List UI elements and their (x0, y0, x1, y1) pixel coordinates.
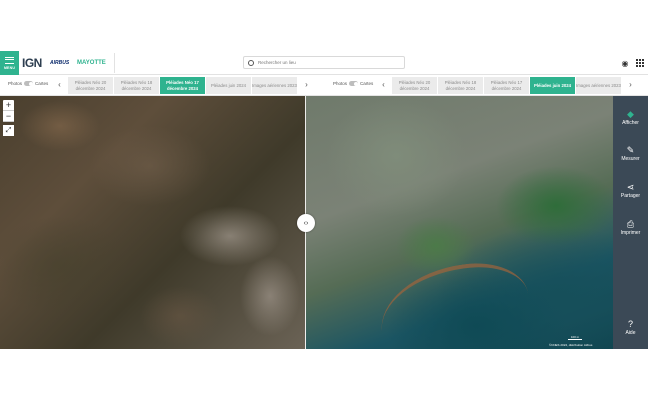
compare-handle-icon[interactable]: ‹› (297, 214, 315, 232)
tool-label: Partager (620, 193, 641, 199)
apps-grid-icon[interactable] (635, 58, 645, 68)
share-icon: ⋖ (626, 182, 635, 192)
tool-afficher[interactable]: ◆ Afficher (613, 108, 648, 126)
left-tab[interactable]: Images aériennes 2023 (252, 77, 297, 94)
search-box[interactable] (243, 56, 405, 69)
hamburger-icon (5, 56, 14, 64)
left-toggle-photos-label: Photos (8, 81, 23, 86)
locate-icon[interactable] (246, 58, 255, 67)
help-icon: ? (627, 319, 633, 329)
app-frame: MENU IGN AIRBUS MAYOTTE ◉ Photos Cartes … (0, 51, 648, 349)
timeline-bar: Photos Cartes ‹ Pléiades Néo 20 décembre… (0, 75, 648, 96)
print-icon: ⎙ (626, 219, 635, 229)
right-photos-cartes-toggle[interactable]: Photos Cartes (333, 81, 373, 86)
tool-label: Aide (625, 330, 636, 336)
right-tab[interactable]: Pléiades Néo 20 décembre 2024 (392, 77, 437, 94)
left-toggle-switch[interactable] (24, 81, 34, 86)
hide-eye-icon[interactable]: ◉ (620, 58, 630, 68)
left-tab[interactable]: Pléiades Néo 18 décembre 2024 (114, 77, 159, 94)
menu-button[interactable]: MENU (0, 51, 19, 75)
zoom-controls: + − (3, 100, 14, 122)
header-divider (114, 53, 115, 73)
search-input[interactable] (258, 57, 398, 68)
left-tab[interactable]: Pléiades juin 2024 (206, 77, 251, 94)
left-prev-arrow-icon[interactable]: ‹ (56, 80, 63, 89)
left-date-tabs: Pléiades Néo 20 décembre 2024 Pléiades N… (68, 77, 297, 94)
left-tab-active[interactable]: Pléiades Néo 17 décembre 2024 (160, 77, 205, 94)
tool-aide[interactable]: ? Aide (613, 318, 648, 336)
ruler-icon: ✎ (626, 145, 635, 155)
tool-partager[interactable]: ⋖ Partager (613, 181, 648, 199)
menu-label: MENU (3, 65, 16, 70)
tool-label: Mesurer (621, 156, 640, 162)
tool-imprimer[interactable]: ⎙ Imprimer (613, 218, 648, 236)
tool-label: Imprimer (620, 230, 641, 236)
zoom-out-button[interactable]: − (3, 111, 14, 122)
top-header: MENU IGN AIRBUS MAYOTTE ◉ (0, 51, 648, 75)
right-tool-panel: ◆ Afficher ✎ Mesurer ⋖ Partager ⎙ Imprim… (613, 96, 648, 349)
left-toggle-cartes-label: Cartes (35, 81, 49, 86)
tool-mesurer[interactable]: ✎ Mesurer (613, 144, 648, 162)
attribution: ©CNES 2024, distribution Airbus (549, 343, 593, 347)
right-tab[interactable]: Images aériennes 2023 (576, 77, 621, 94)
left-photos-cartes-toggle[interactable]: Photos Cartes (8, 81, 48, 86)
right-tab[interactable]: Pléiades Néo 17 décembre 2024 (484, 77, 529, 94)
right-date-tabs: Pléiades Néo 20 décembre 2024 Pléiades N… (392, 77, 621, 94)
left-next-arrow-icon[interactable]: › (303, 80, 310, 89)
right-toggle-cartes-label: Cartes (360, 81, 374, 86)
right-next-arrow-icon[interactable]: › (627, 80, 634, 89)
ign-logo: IGN (22, 56, 42, 70)
right-tab-active[interactable]: Pléiades juin 2024 (530, 77, 575, 94)
left-tab[interactable]: Pléiades Néo 20 décembre 2024 (68, 77, 113, 94)
airbus-logo: AIRBUS (50, 60, 70, 66)
right-toggle-photos-label: Photos (333, 81, 348, 86)
map-view[interactable]: ‹› + − ⤢ 100 m ©CNES 2024, distribution … (0, 96, 613, 349)
layers-icon: ◆ (627, 109, 634, 119)
map-left-imagery[interactable] (0, 96, 306, 349)
fullscreen-icon[interactable]: ⤢ (3, 125, 14, 136)
right-prev-arrow-icon[interactable]: ‹ (380, 80, 387, 89)
zoom-in-button[interactable]: + (3, 100, 14, 111)
mayotte-title: MAYOTTE (77, 59, 106, 66)
right-tab[interactable]: Pléiades Néo 18 décembre 2024 (438, 77, 483, 94)
tool-label: Afficher (622, 120, 639, 126)
scale-bar: 100 m (568, 335, 582, 340)
right-toggle-switch[interactable] (349, 81, 359, 86)
